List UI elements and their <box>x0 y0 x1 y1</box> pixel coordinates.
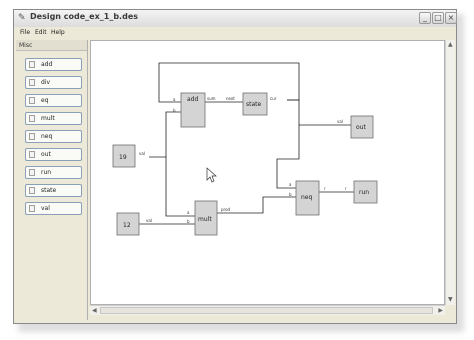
palette-button-label: val <box>41 205 50 212</box>
scroll-up-icon[interactable]: ▲ <box>448 41 453 49</box>
wire-19-to-mult-a <box>165 157 195 217</box>
design-app-icon: ✎ <box>18 13 26 23</box>
scroll-right-icon[interactable]: ▶ <box>438 307 443 315</box>
svg-text:12: 12 <box>123 222 131 229</box>
palette-button-label: run <box>41 169 52 176</box>
palette-button-label: eq <box>41 97 49 104</box>
palette-button-out[interactable]: out <box>25 148 82 161</box>
component-palette: Misc add div eq mult neq out run state v… <box>16 40 88 320</box>
svg-text:val: val <box>337 119 343 124</box>
svg-text:val: val <box>146 218 152 223</box>
palette-button-label: out <box>41 151 51 158</box>
close-button[interactable]: × <box>445 12 457 24</box>
svg-text:a: a <box>173 97 176 102</box>
block-add[interactable]: add a b sum <box>173 92 216 128</box>
menu-help[interactable]: Help <box>51 27 65 39</box>
menu-file[interactable]: File <box>20 27 30 39</box>
design-canvas[interactable]: add a b sum state next cur out val 19 va… <box>90 40 445 305</box>
block-neq[interactable]: neq a b r <box>289 180 326 216</box>
horizontal-scrollbar[interactable]: ◀ ▶ <box>90 305 445 315</box>
palette-button-mult[interactable]: mult <box>25 112 82 125</box>
palette-button-val[interactable]: val <box>25 202 82 215</box>
palette-button-label: state <box>41 187 57 194</box>
palette-button-label: div <box>41 79 51 86</box>
wire-state-to-neq-a <box>276 125 300 189</box>
minimize-button[interactable]: _ <box>419 12 431 24</box>
palette-button-state[interactable]: state <box>25 184 82 197</box>
block-const-19[interactable]: 19 val <box>112 144 145 168</box>
svg-text:state: state <box>246 101 262 108</box>
title-bar[interactable]: ✎ Design code_ex_1_b.des _ □ × <box>14 10 457 28</box>
block-out[interactable]: out val <box>337 115 374 139</box>
palette-button-eq[interactable]: eq <box>25 94 82 107</box>
component-swatch-icon <box>29 79 35 86</box>
svg-text:r: r <box>324 186 326 191</box>
scroll-left-icon[interactable]: ◀ <box>92 307 97 315</box>
svg-text:out: out <box>356 124 366 131</box>
palette-header: Misc <box>16 40 87 51</box>
svg-text:b: b <box>289 192 292 197</box>
circuit-diagram: add a b sum state next cur out val 19 va… <box>112 62 378 236</box>
wire-19-to-add-b <box>149 111 181 158</box>
palette-button-div[interactable]: div <box>25 76 82 89</box>
menu-edit[interactable]: Edit <box>35 27 47 39</box>
component-swatch-icon <box>29 115 35 122</box>
app-window: ✎ Design code_ex_1_b.des _ □ × File Edit… <box>13 9 457 324</box>
svg-text:sum: sum <box>207 96 216 101</box>
component-swatch-icon <box>29 169 35 176</box>
block-mult[interactable]: mult a b prod <box>187 200 231 236</box>
svg-text:19: 19 <box>119 154 127 161</box>
component-swatch-icon <box>29 205 35 212</box>
palette-button-label: mult <box>41 115 55 122</box>
svg-text:cur: cur <box>270 96 277 101</box>
horizontal-scroll-thumb[interactable] <box>100 307 433 314</box>
svg-text:add: add <box>187 96 198 103</box>
palette-button-run[interactable]: run <box>25 166 82 179</box>
svg-text:val: val <box>139 151 145 156</box>
svg-text:mult: mult <box>198 216 212 223</box>
svg-text:neq: neq <box>301 194 312 201</box>
svg-text:a: a <box>289 182 292 187</box>
component-swatch-icon <box>29 151 35 158</box>
vertical-scrollbar[interactable]: ▲ ▼ <box>445 40 455 305</box>
window-title: Design code_ex_1_b.des <box>30 12 138 21</box>
palette-button-add[interactable]: add <box>25 58 82 71</box>
palette-button-neq[interactable]: neq <box>25 130 82 143</box>
svg-text:prod: prod <box>221 207 231 212</box>
block-state[interactable]: state next cur <box>226 92 277 116</box>
component-swatch-icon <box>29 187 35 194</box>
component-swatch-icon <box>29 97 35 104</box>
mouse-cursor-icon <box>206 167 217 183</box>
scroll-down-icon[interactable]: ▼ <box>448 296 453 304</box>
svg-text:r: r <box>345 186 347 191</box>
svg-text:a: a <box>187 210 190 215</box>
palette-button-label: neq <box>41 133 53 140</box>
svg-text:b: b <box>187 219 190 224</box>
svg-text:run: run <box>359 189 369 196</box>
menu-bar: File Edit Help <box>14 27 456 39</box>
svg-text:next: next <box>226 96 235 101</box>
component-swatch-icon <box>29 133 35 140</box>
maximize-button[interactable]: □ <box>432 12 444 24</box>
palette-button-label: add <box>41 61 53 68</box>
component-swatch-icon <box>29 61 35 68</box>
